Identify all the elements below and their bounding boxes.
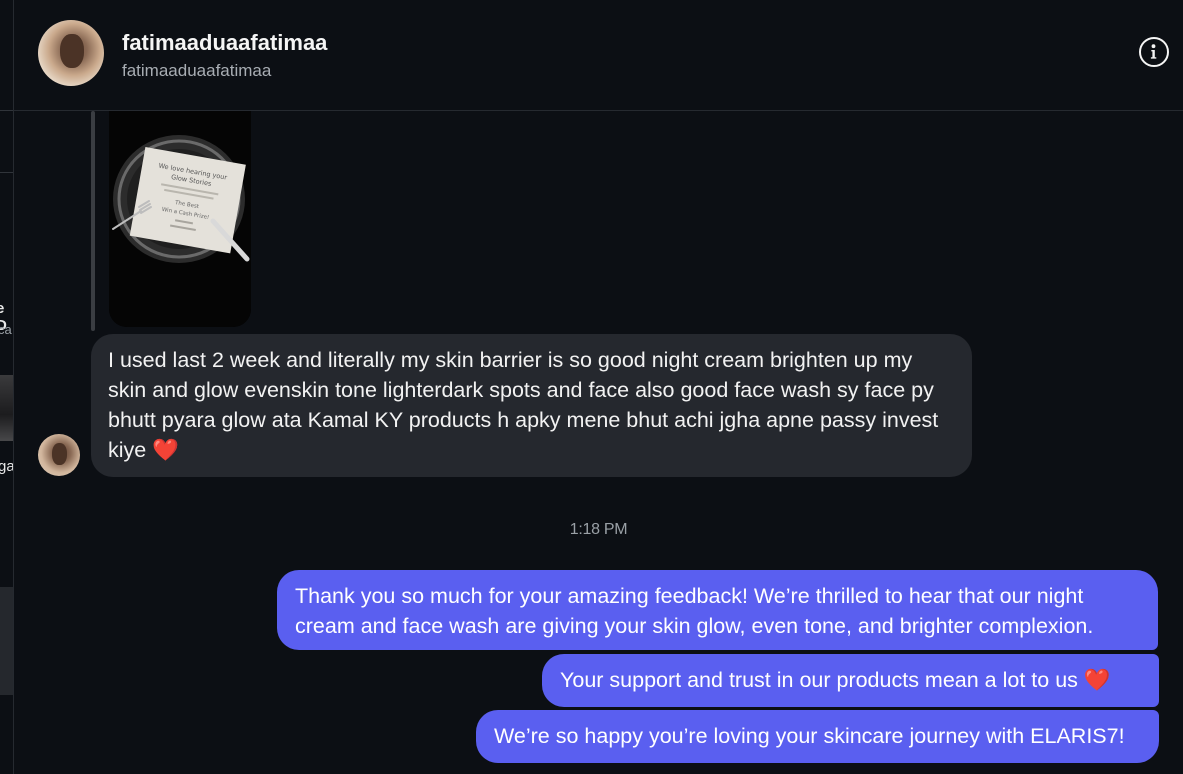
conversation-text-fragment: ga bbox=[0, 458, 14, 475]
chat-username: fatimaaduaafatimaa bbox=[122, 61, 272, 80]
divider bbox=[0, 172, 13, 173]
outgoing-message[interactable]: Thank you so much for your amazing feedb… bbox=[277, 570, 1158, 650]
avatar-face bbox=[52, 443, 67, 465]
selected-conversation-highlight[interactable] bbox=[0, 587, 13, 695]
outgoing-message-text: Your support and trust in our products m… bbox=[560, 668, 1078, 692]
shared-post-image[interactable]: We love hearing your Glow Stories The Be… bbox=[109, 111, 251, 327]
divider bbox=[0, 110, 13, 111]
outgoing-message[interactable]: Your support and trust in our products m… bbox=[542, 654, 1159, 707]
conversation-sub-fragment: ca bbox=[0, 322, 12, 337]
avatar[interactable] bbox=[38, 20, 104, 86]
chat-header: fatimaaduaafatimaa fatimaaduaafatimaa bbox=[14, 0, 1183, 111]
conversation-thumbnail[interactable] bbox=[0, 375, 13, 441]
message-timestamp: 1:18 PM bbox=[569, 521, 628, 538]
chat-title[interactable]: fatimaaduaafatimaa bbox=[122, 30, 327, 56]
conversation-list-edge: e D ca ga bbox=[0, 0, 14, 774]
avatar-face bbox=[60, 34, 84, 68]
incoming-message[interactable]: I used last 2 week and literally my skin… bbox=[91, 334, 972, 477]
info-icon[interactable] bbox=[1139, 37, 1169, 67]
heart-emoji: ❤️ bbox=[1083, 668, 1111, 692]
message-thread: We love hearing your Glow Stories The Be… bbox=[14, 111, 1183, 774]
outgoing-message[interactable]: We’re so happy you’re loving your skinca… bbox=[476, 710, 1159, 763]
heart-emoji: ❤️ bbox=[152, 438, 179, 462]
incoming-message-text: I used last 2 week and literally my skin… bbox=[108, 348, 939, 462]
sender-avatar[interactable] bbox=[38, 434, 80, 476]
reply-indicator-bar bbox=[91, 111, 95, 331]
